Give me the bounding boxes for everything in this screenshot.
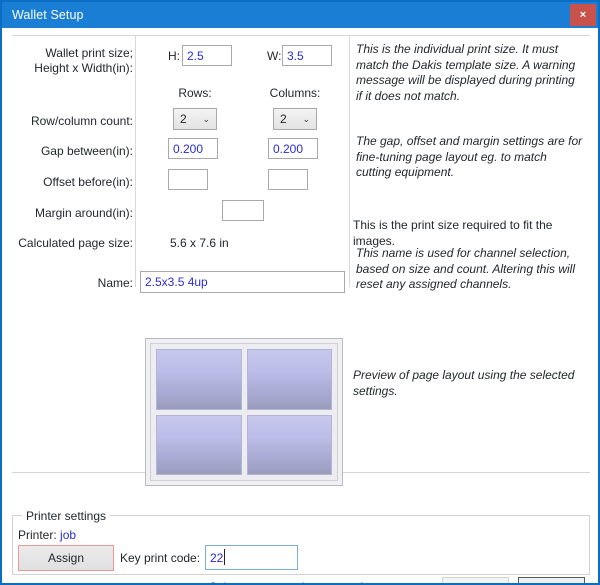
- calculated-page-size-label: Calculated page size:: [18, 236, 133, 250]
- gap-columns-input[interactable]: [268, 138, 318, 159]
- save-button[interactable]: Save: [442, 577, 509, 583]
- rows-count-value: 2: [180, 112, 187, 126]
- print-size-label-line2: Height x Width(in):: [34, 61, 133, 75]
- help-preview: Preview of page layout using the selecte…: [353, 368, 575, 398]
- close-button[interactable]: Close: [518, 577, 585, 583]
- key-print-code-input[interactable]: [205, 545, 298, 570]
- height-prefix-label: H:: [168, 49, 180, 63]
- text-caret: [224, 549, 225, 565]
- preview-cell: [156, 414, 242, 475]
- offset-before-label: Offset before(in):: [43, 175, 133, 189]
- preview-grid: [150, 343, 338, 481]
- gap-rows-input[interactable]: [168, 138, 218, 159]
- calculated-page-size-value: 5.6 x 7.6 in: [170, 236, 229, 250]
- wallet-setup-dialog: Wallet Setup × Wallet print size; Height…: [0, 0, 600, 585]
- preview-cell: [246, 414, 332, 475]
- dialog-content: Wallet print size; Height x Width(in): H…: [2, 28, 598, 583]
- window-title: Wallet Setup: [12, 8, 84, 22]
- margin-around-label: Margin around(in):: [34, 206, 133, 220]
- printer-label: Printer:: [18, 528, 57, 542]
- rows-count-select[interactable]: 2 ⌄: [173, 108, 217, 130]
- gap-between-label: Gap between(in):: [40, 144, 133, 158]
- height-input[interactable]: [182, 45, 232, 66]
- window-close-icon[interactable]: ×: [570, 4, 596, 26]
- title-bar: Wallet Setup ×: [2, 2, 598, 28]
- print-size-label-line1: Wallet print size;: [45, 46, 133, 60]
- columns-count-value: 2: [280, 112, 287, 126]
- columns-count-select[interactable]: 2 ⌄: [273, 108, 317, 130]
- help-calculated-page: This is the print size required to fit t…: [353, 218, 553, 248]
- assign-button[interactable]: Assign: [18, 545, 114, 571]
- chevron-down-icon: ⌄: [302, 113, 310, 124]
- offset-rows-input[interactable]: [168, 169, 208, 190]
- columns-header: Columns:: [269, 86, 321, 100]
- printer-settings-title: Printer settings: [22, 509, 111, 523]
- rows-header: Rows:: [178, 86, 212, 100]
- preview-cell: [246, 349, 332, 410]
- printer-row: Printer: job: [18, 528, 76, 542]
- help-print-size: This is the individual print size. It mu…: [356, 42, 576, 103]
- name-label: Name:: [97, 276, 133, 290]
- margin-input[interactable]: [222, 200, 264, 221]
- printer-value[interactable]: job: [60, 528, 76, 542]
- rowcol-count-label: Row/column count:: [30, 114, 133, 128]
- preview-cell: [156, 349, 242, 410]
- page-layout-preview: [145, 338, 343, 486]
- help-column-divider: [349, 35, 350, 287]
- help-gap-offset: The gap, offset and margin settings are …: [356, 134, 583, 179]
- help-name: This name is used for channel selection,…: [356, 246, 576, 291]
- width-input[interactable]: [282, 45, 332, 66]
- key-print-code-label: Key print code:: [120, 551, 201, 565]
- name-input[interactable]: [140, 271, 345, 293]
- top-divider: [12, 35, 590, 36]
- offset-columns-input[interactable]: [268, 169, 308, 190]
- width-prefix-label: W:: [267, 49, 282, 63]
- chevron-down-icon: ⌄: [202, 113, 210, 124]
- label-column-divider: [135, 35, 136, 287]
- status-message: Select output settings on main page: [209, 580, 400, 583]
